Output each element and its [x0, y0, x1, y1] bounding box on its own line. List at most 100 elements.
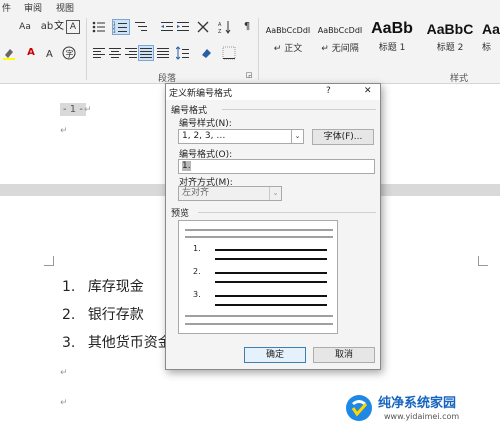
preview-box: 1. 2. 3.	[178, 220, 338, 334]
change-case-button[interactable]: Aa	[14, 20, 36, 34]
paragraph-shading-icon[interactable]	[200, 46, 214, 60]
alignment-select[interactable]: 左对齐 ⌄	[178, 186, 282, 201]
style-name: ↵ 无间隔	[321, 44, 359, 54]
style-name: ↵ 正文	[273, 44, 303, 54]
style-no-spacing[interactable]: AaBbCcDdI ↵ 无间隔	[314, 20, 366, 66]
menu-bar: 件 审阅 视图	[0, 0, 500, 14]
list-text: 其他货币资金	[87, 335, 172, 351]
shading-icon[interactable]: A	[44, 46, 58, 60]
highlight-color-icon[interactable]	[2, 46, 16, 60]
style-sample: AaBbCcDdI	[317, 26, 363, 35]
decrease-indent-icon[interactable]	[160, 20, 174, 34]
align-right-icon[interactable]	[124, 46, 138, 60]
menu-view[interactable]: 视图	[56, 1, 74, 14]
character-shading-button[interactable]: 文	[52, 20, 66, 34]
multilevel-list-icon[interactable]	[134, 20, 148, 34]
ribbon: Aa ab 文 A A A 字 123 AZ ¶ 段落 ◲ AaBbCcDdI …	[0, 14, 500, 84]
preview-line	[185, 236, 333, 238]
svg-text:Z: Z	[218, 29, 222, 34]
dialog-titlebar[interactable]: 定义新编号格式 ? ✕	[166, 84, 380, 100]
font-color-icon[interactable]: A	[24, 46, 38, 60]
enclose-char-icon[interactable]: 字	[62, 46, 76, 60]
character-border-button[interactable]: A	[66, 20, 80, 34]
close-icon[interactable]: ✕	[364, 86, 372, 96]
distributed-icon[interactable]	[156, 46, 170, 60]
list-item[interactable]: 3. 其他货币资金	[62, 332, 172, 352]
style-heading[interactable]: AaB 标	[482, 20, 500, 66]
number-format-section-label: 编号格式	[171, 106, 208, 116]
section-divider	[222, 109, 376, 110]
preview-line	[185, 229, 333, 231]
list-number: 2.	[62, 307, 76, 323]
align-center-icon[interactable]	[108, 46, 122, 60]
preview-line	[185, 315, 333, 317]
increase-indent-icon[interactable]	[176, 20, 190, 34]
preview-line	[185, 323, 333, 325]
chevron-down-icon[interactable]: ⌄	[291, 130, 303, 143]
paragraph-mark: ↵	[60, 126, 68, 136]
ribbon-divider	[86, 18, 87, 80]
number-format-value: 1.	[182, 161, 191, 171]
style-name: 标	[482, 43, 492, 53]
number-style-value: 1, 2, 3, …	[182, 131, 226, 141]
watermark-url: www.yidaimei.com	[384, 412, 460, 421]
paragraph-dialog-launcher-icon[interactable]: ◲	[244, 70, 254, 80]
margin-corner-mark	[44, 256, 54, 266]
svg-text:A: A	[218, 22, 222, 28]
svg-text:字: 字	[66, 49, 74, 59]
list-number: 3.	[62, 335, 76, 351]
styles-group-label: 样式	[450, 74, 469, 84]
menu-review[interactable]: 审阅	[24, 1, 42, 14]
style-sample: AaBbC	[426, 21, 474, 37]
style-heading-1[interactable]: AaBb 标题 1	[366, 20, 418, 66]
preview-text-line	[215, 249, 327, 251]
paragraph-mark: ↵	[84, 105, 92, 115]
font-button[interactable]: 字体(F)...	[312, 129, 374, 145]
number-format-input[interactable]: 1.	[178, 159, 375, 174]
cancel-button[interactable]: 取消	[313, 347, 375, 363]
list-number: 1.	[62, 279, 76, 295]
style-name: 标题 1	[378, 43, 406, 53]
paragraph-mark: ↵	[60, 368, 68, 378]
watermark-title: 纯净系统家园	[378, 396, 457, 411]
preview-text-line	[215, 258, 327, 260]
ok-button[interactable]: 确定	[244, 347, 306, 363]
style-normal[interactable]: AaBbCcDdI ↵ 正文	[262, 20, 314, 66]
style-name: 标题 2	[436, 43, 464, 53]
preview-number: 3.	[193, 290, 201, 299]
section-divider	[198, 212, 376, 213]
list-text: 银行存款	[87, 307, 144, 323]
menu-file[interactable]: 件	[2, 1, 11, 14]
number-style-label: 编号样式(N):	[179, 119, 232, 129]
list-item[interactable]: 1. 库存现金	[62, 276, 144, 296]
alignment-value: 左对齐	[182, 188, 210, 198]
style-sample: AaB	[482, 21, 500, 37]
preview-text-line	[215, 295, 327, 297]
chevron-down-icon[interactable]: ⌄	[269, 187, 281, 200]
watermark-logo-icon	[346, 395, 372, 421]
help-button[interactable]: ?	[326, 86, 331, 96]
style-heading-2[interactable]: AaBbC 标题 2	[422, 20, 478, 66]
preview-label: 预览	[171, 209, 190, 219]
number-style-select[interactable]: 1, 2, 3, … ⌄	[178, 129, 304, 144]
preview-number: 1.	[193, 244, 201, 253]
bullets-icon[interactable]	[92, 20, 106, 34]
sort-icon[interactable]: AZ	[218, 20, 232, 35]
chinese-layout-icon[interactable]	[196, 20, 210, 34]
align-left-icon[interactable]	[92, 46, 106, 60]
justify-icon[interactable]	[138, 45, 154, 61]
svg-text:3: 3	[113, 29, 116, 34]
define-number-format-dialog: 定义新编号格式 ? ✕ 编号格式 编号样式(N): 1, 2, 3, … ⌄ 字…	[165, 83, 381, 370]
preview-number: 2.	[193, 267, 201, 276]
ribbon-divider	[258, 18, 259, 80]
svg-text:A: A	[46, 49, 53, 60]
header-page-number[interactable]: - 1 -	[60, 103, 86, 116]
show-marks-icon[interactable]: ¶	[240, 20, 254, 34]
list-item[interactable]: 2. 银行存款	[62, 304, 144, 324]
dialog-title: 定义新编号格式	[169, 89, 233, 99]
preview-text-line	[215, 281, 327, 283]
borders-icon[interactable]	[222, 46, 236, 60]
style-sample: AaBbCcDdI	[265, 26, 311, 35]
line-spacing-icon[interactable]	[175, 46, 190, 60]
numbering-icon[interactable]: 123	[112, 19, 130, 35]
